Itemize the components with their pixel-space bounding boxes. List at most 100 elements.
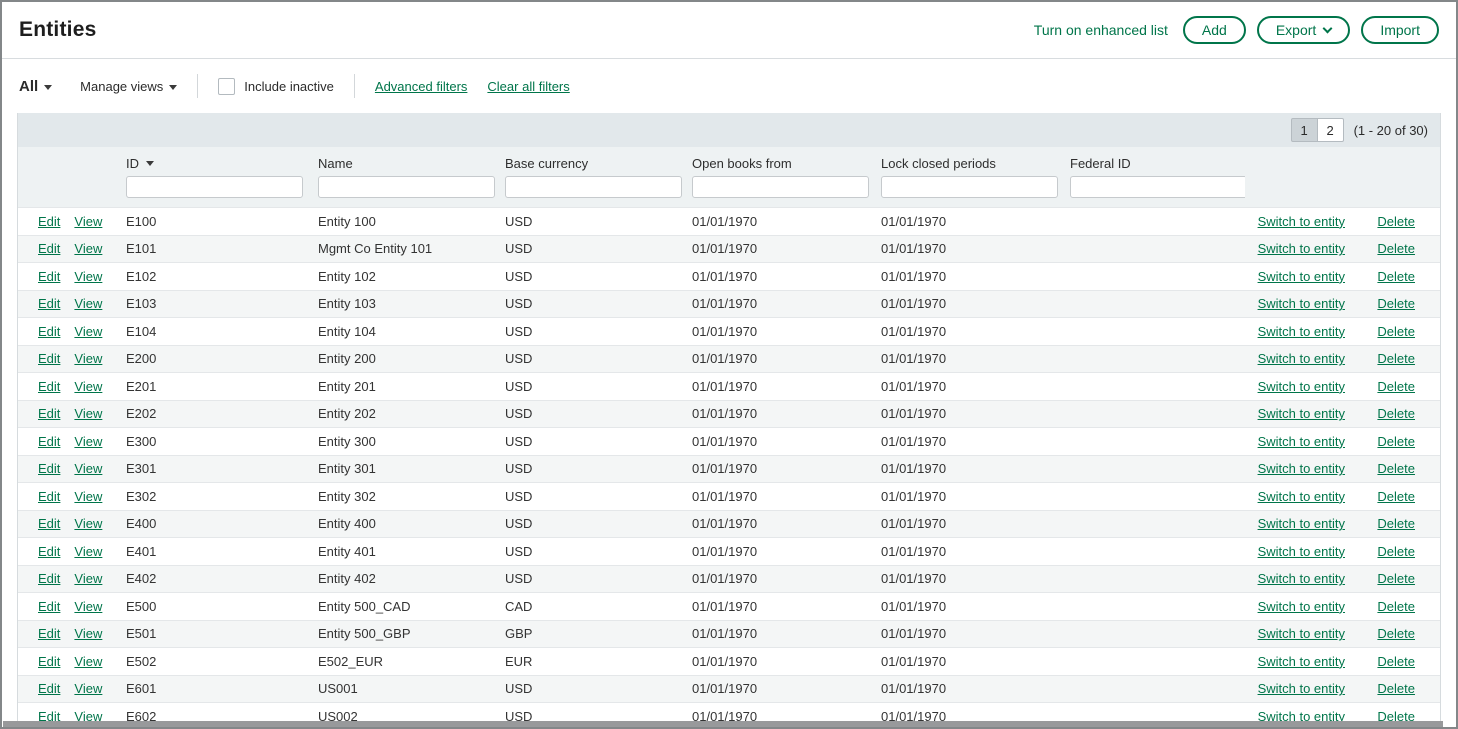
switch-to-entity-link[interactable]: Switch to entity — [1258, 626, 1345, 641]
column-header-name[interactable]: Name — [318, 156, 505, 171]
view-link[interactable]: View — [74, 214, 102, 229]
switch-to-entity-link[interactable]: Switch to entity — [1258, 214, 1345, 229]
view-link[interactable]: View — [74, 296, 102, 311]
delete-link[interactable]: Delete — [1377, 544, 1415, 559]
clear-all-filters-link[interactable]: Clear all filters — [487, 79, 569, 94]
delete-link[interactable]: Delete — [1377, 654, 1415, 669]
edit-link[interactable]: Edit — [38, 626, 60, 641]
page-button-1[interactable]: 1 — [1291, 118, 1318, 142]
filter-input-name[interactable] — [318, 176, 495, 198]
filter-input-federal-id[interactable] — [1070, 176, 1245, 198]
switch-to-entity-link[interactable]: Switch to entity — [1258, 599, 1345, 614]
edit-link[interactable]: Edit — [38, 571, 60, 586]
include-inactive-control[interactable]: Include inactive — [218, 78, 334, 95]
switch-to-entity-link[interactable]: Switch to entity — [1258, 324, 1345, 339]
switch-to-entity-link[interactable]: Switch to entity — [1258, 516, 1345, 531]
view-link[interactable]: View — [74, 489, 102, 504]
delete-link[interactable]: Delete — [1377, 571, 1415, 586]
edit-link[interactable]: Edit — [38, 296, 60, 311]
delete-link[interactable]: Delete — [1377, 434, 1415, 449]
turn-on-enhanced-list-link[interactable]: Turn on enhanced list — [1034, 22, 1168, 38]
page-button-2[interactable]: 2 — [1317, 118, 1344, 142]
column-header-id[interactable]: ID — [126, 156, 318, 171]
edit-link[interactable]: Edit — [38, 461, 60, 476]
delete-link[interactable]: Delete — [1377, 681, 1415, 696]
edit-link[interactable]: Edit — [38, 599, 60, 614]
switch-to-entity-link[interactable]: Switch to entity — [1258, 544, 1345, 559]
switch-to-entity-link[interactable]: Switch to entity — [1258, 654, 1345, 669]
view-link[interactable]: View — [74, 379, 102, 394]
edit-link[interactable]: Edit — [38, 324, 60, 339]
switch-to-entity-link[interactable]: Switch to entity — [1258, 461, 1345, 476]
filter-input-open-books-from[interactable] — [692, 176, 869, 198]
view-link[interactable]: View — [74, 599, 102, 614]
view-link[interactable]: View — [74, 654, 102, 669]
switch-to-entity-link[interactable]: Switch to entity — [1258, 681, 1345, 696]
edit-link[interactable]: Edit — [38, 681, 60, 696]
include-inactive-checkbox[interactable] — [218, 78, 235, 95]
column-header-lock-closed-periods[interactable]: Lock closed periods — [881, 156, 1070, 171]
edit-link[interactable]: Edit — [38, 241, 60, 256]
view-link[interactable]: View — [74, 406, 102, 421]
view-link[interactable]: View — [74, 516, 102, 531]
delete-link[interactable]: Delete — [1377, 406, 1415, 421]
delete-link[interactable]: Delete — [1377, 351, 1415, 366]
delete-link[interactable]: Delete — [1377, 379, 1415, 394]
filter-input-base-currency[interactable] — [505, 176, 682, 198]
edit-link[interactable]: Edit — [38, 269, 60, 284]
delete-link[interactable]: Delete — [1377, 489, 1415, 504]
view-selector-dropdown[interactable]: All — [19, 78, 52, 95]
column-labels-row: ID Name Base currency Open books from Lo… — [18, 156, 1440, 171]
switch-to-entity-link[interactable]: Switch to entity — [1258, 269, 1345, 284]
edit-link[interactable]: Edit — [38, 214, 60, 229]
advanced-filters-link[interactable]: Advanced filters — [375, 79, 468, 94]
column-header-base-currency[interactable]: Base currency — [505, 156, 692, 171]
edit-link[interactable]: Edit — [38, 516, 60, 531]
switch-to-entity-link[interactable]: Switch to entity — [1258, 434, 1345, 449]
edit-link[interactable]: Edit — [38, 489, 60, 504]
view-link[interactable]: View — [74, 681, 102, 696]
view-link[interactable]: View — [74, 461, 102, 476]
switch-to-entity-link[interactable]: Switch to entity — [1258, 379, 1345, 394]
column-header-open-books-from[interactable]: Open books from — [692, 156, 881, 171]
view-link[interactable]: View — [74, 544, 102, 559]
view-link[interactable]: View — [74, 626, 102, 641]
edit-link[interactable]: Edit — [38, 544, 60, 559]
view-link[interactable]: View — [74, 241, 102, 256]
switch-to-entity-link[interactable]: Switch to entity — [1258, 489, 1345, 504]
delete-link[interactable]: Delete — [1377, 599, 1415, 614]
switch-to-entity-link[interactable]: Switch to entity — [1258, 241, 1345, 256]
view-link[interactable]: View — [74, 434, 102, 449]
switch-to-entity-link[interactable]: Switch to entity — [1258, 571, 1345, 586]
edit-link[interactable]: Edit — [38, 654, 60, 669]
add-button[interactable]: Add — [1183, 16, 1246, 45]
column-header-federal-id[interactable]: Federal ID — [1070, 156, 1245, 171]
filter-input-id[interactable] — [126, 176, 303, 198]
view-link[interactable]: View — [74, 269, 102, 284]
delete-link[interactable]: Delete — [1377, 626, 1415, 641]
delete-link[interactable]: Delete — [1377, 516, 1415, 531]
cell-id: E601 — [126, 681, 318, 696]
switch-to-entity-link[interactable]: Switch to entity — [1258, 406, 1345, 421]
view-link[interactable]: View — [74, 324, 102, 339]
delete-link[interactable]: Delete — [1377, 214, 1415, 229]
view-link[interactable]: View — [74, 351, 102, 366]
export-button[interactable]: Export — [1257, 16, 1350, 45]
view-link[interactable]: View — [74, 571, 102, 586]
import-button[interactable]: Import — [1361, 16, 1439, 45]
cell-base-currency: USD — [505, 351, 692, 366]
switch-to-entity-link[interactable]: Switch to entity — [1258, 351, 1345, 366]
delete-link[interactable]: Delete — [1377, 324, 1415, 339]
horizontal-scrollbar[interactable] — [3, 721, 1443, 727]
filter-input-lock-closed-periods[interactable] — [881, 176, 1058, 198]
edit-link[interactable]: Edit — [38, 351, 60, 366]
switch-to-entity-link[interactable]: Switch to entity — [1258, 296, 1345, 311]
delete-link[interactable]: Delete — [1377, 269, 1415, 284]
edit-link[interactable]: Edit — [38, 379, 60, 394]
delete-link[interactable]: Delete — [1377, 461, 1415, 476]
edit-link[interactable]: Edit — [38, 434, 60, 449]
delete-link[interactable]: Delete — [1377, 241, 1415, 256]
manage-views-dropdown[interactable]: Manage views — [80, 79, 177, 94]
delete-link[interactable]: Delete — [1377, 296, 1415, 311]
edit-link[interactable]: Edit — [38, 406, 60, 421]
